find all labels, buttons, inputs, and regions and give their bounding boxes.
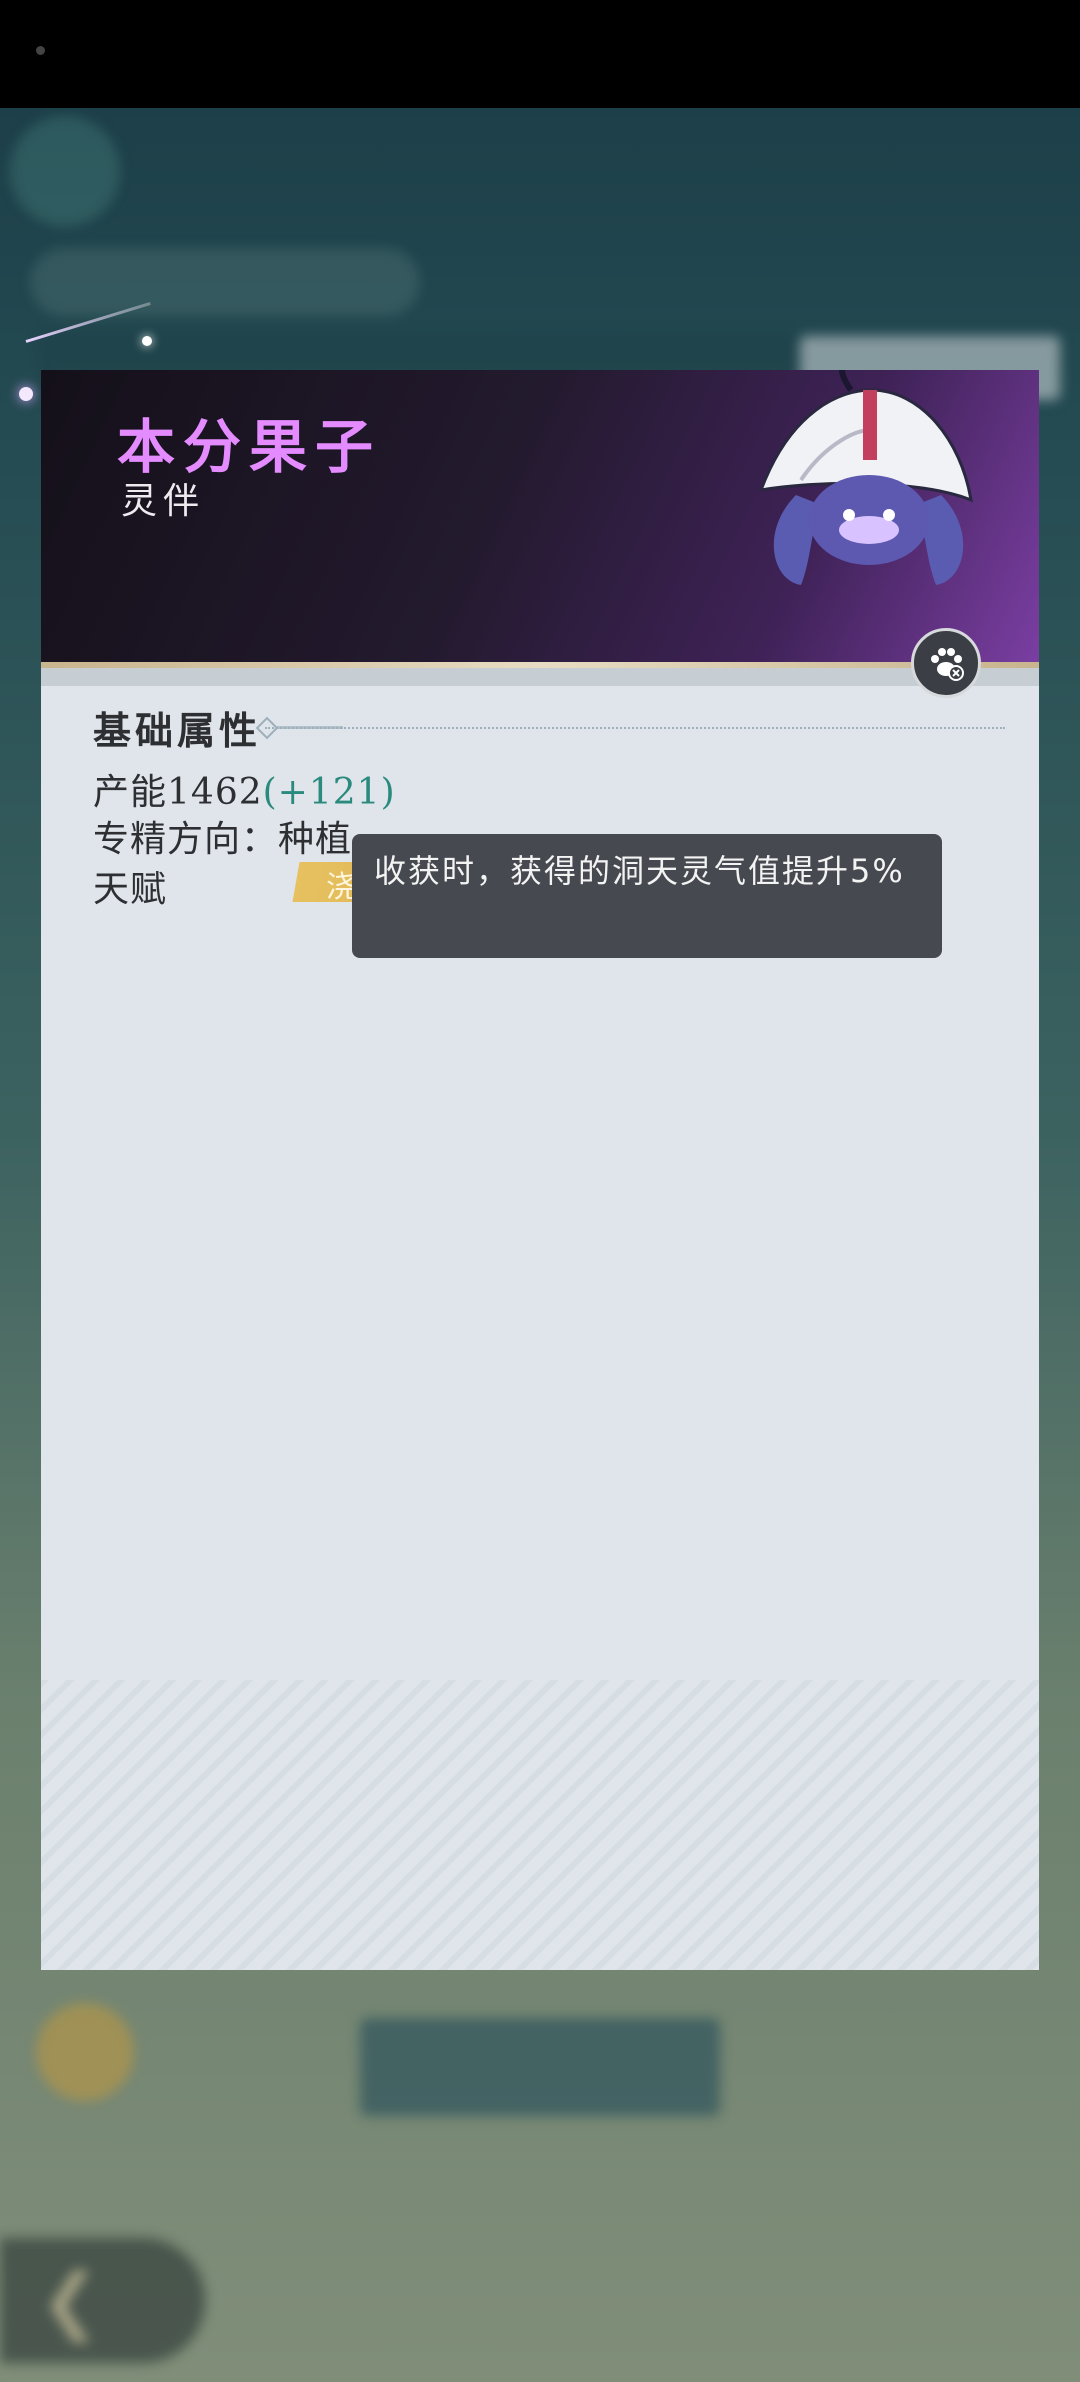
background-feed-button bbox=[36, 2003, 134, 2101]
spirit-detail-card: 本分果子 灵伴 基础属性 产能1462(+121) 专精方向：种植 天赋 浇 bbox=[41, 370, 1039, 1970]
header-underline bbox=[41, 668, 1039, 686]
back-icon: ❮ bbox=[40, 2258, 101, 2342]
camera-dot bbox=[36, 46, 45, 55]
specialty-value: 种植 bbox=[278, 819, 353, 860]
sparkle-dot bbox=[19, 387, 33, 401]
talent-tooltip: 收获时，获得的洞天灵气值提升5% bbox=[352, 834, 942, 958]
section-title: 基础属性 bbox=[93, 709, 262, 753]
talent-label: 天赋 bbox=[93, 869, 168, 910]
card-pattern bbox=[41, 1680, 1039, 1970]
capacity-row: 产能1462(+121) bbox=[93, 763, 396, 815]
specialty-row: 专精方向：种植 bbox=[93, 810, 352, 862]
capacity-label: 产能 bbox=[93, 772, 168, 813]
paw-button[interactable] bbox=[911, 628, 981, 698]
capacity-bonus: (+121) bbox=[262, 772, 396, 813]
spirit-portrait bbox=[758, 370, 973, 585]
background-back-button bbox=[0, 2238, 205, 2363]
sparkle-dot bbox=[142, 336, 152, 346]
background-action-button bbox=[360, 2018, 720, 2116]
specialty-label: 专精方向： bbox=[93, 819, 279, 860]
spirit-type: 灵伴 bbox=[121, 481, 206, 522]
background-title-ring bbox=[10, 116, 120, 226]
background-chip bbox=[30, 248, 420, 316]
status-bar bbox=[0, 0, 1080, 108]
capacity-value: 1462 bbox=[167, 772, 263, 813]
paw-icon bbox=[931, 648, 964, 681]
section-divider bbox=[265, 727, 1005, 729]
